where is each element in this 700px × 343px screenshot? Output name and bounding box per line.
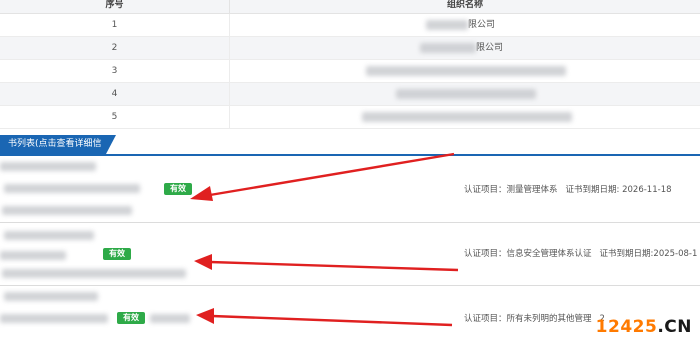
row-index: 2 (0, 37, 230, 59)
site-watermark: 12425.CN (596, 317, 692, 337)
redacted-text (396, 89, 536, 99)
redacted-text (2, 206, 132, 215)
row-org-name: 限公司 (230, 14, 700, 36)
row-index: 4 (0, 83, 230, 105)
table-row[interactable]: 3 (0, 60, 700, 83)
row-org-name (230, 106, 700, 128)
status-badge: 有效 (117, 312, 145, 324)
project-value: 测量管理体系 (506, 185, 558, 195)
certificate-item[interactable]: 有效 认证项目：信息安全管理体系认证 证书到期日期:2025-08-1 (0, 223, 700, 286)
row-index: 1 (0, 14, 230, 36)
watermark-number: 12425 (595, 317, 658, 337)
table-row[interactable]: 4 (0, 83, 700, 106)
redacted-text (426, 20, 468, 30)
tab-certificate-list[interactable]: 书列表(点击查看详细信息) (0, 135, 116, 168)
certificate-item[interactable]: 有效 认证项目：测量管理体系 证书到期日期: 2026-11-18 (0, 156, 700, 223)
row-index: 3 (0, 60, 230, 82)
expiry-label: 证书到期日期: (599, 249, 654, 259)
redacted-text (4, 292, 98, 301)
table-row[interactable]: 2 限公司 (0, 37, 700, 60)
redacted-text (420, 43, 476, 53)
row-index: 5 (0, 106, 230, 128)
redacted-text (362, 112, 572, 122)
watermark-domain: .CN (657, 317, 692, 337)
expiry-label: 证书到期日期: (565, 185, 620, 195)
redacted-text (150, 314, 190, 323)
column-header-index: 序号 (0, 0, 230, 13)
project-label: 认证项目： (464, 249, 507, 259)
project-value: 信息安全管理体系认证 (506, 249, 592, 259)
status-badge: 有效 (164, 183, 192, 195)
status-badge: 有效 (103, 248, 131, 260)
org-name-visible-part: 限公司 (476, 43, 504, 53)
project-label: 认证项目： (464, 185, 507, 195)
redacted-text (4, 184, 140, 193)
expiry-value: 2026-11-18 (622, 185, 672, 195)
table-row[interactable]: 1 限公司 (0, 14, 700, 37)
certificate-list-tabbar: 书列表(点击查看详细信息) (0, 132, 700, 168)
row-org-name: 限公司 (230, 37, 700, 59)
redacted-text (366, 66, 566, 76)
redacted-text (2, 269, 186, 278)
redacted-text (0, 251, 66, 260)
project-value: 所有未列明的其他管理 (506, 314, 592, 324)
project-label: 认证项目： (464, 314, 507, 324)
table-row[interactable]: 5 (0, 106, 700, 129)
expiry-value: 2025-08-1 (653, 249, 698, 259)
org-name-visible-part: 限公司 (468, 20, 496, 30)
redacted-text (0, 162, 96, 171)
certificate-info: 认证项目：测量管理体系 证书到期日期: 2026-11-18 (464, 183, 672, 197)
table-header: 序号 组织名称 (0, 0, 700, 14)
redacted-text (4, 231, 94, 240)
certificate-info: 认证项目：所有未列明的其他管理 2 (464, 312, 605, 326)
row-org-name (230, 83, 700, 105)
row-org-name (230, 60, 700, 82)
redacted-text (0, 314, 108, 323)
certificate-info: 认证项目：信息安全管理体系认证 证书到期日期:2025-08-1 (464, 247, 697, 261)
column-header-org-name: 组织名称 (446, 0, 483, 10)
